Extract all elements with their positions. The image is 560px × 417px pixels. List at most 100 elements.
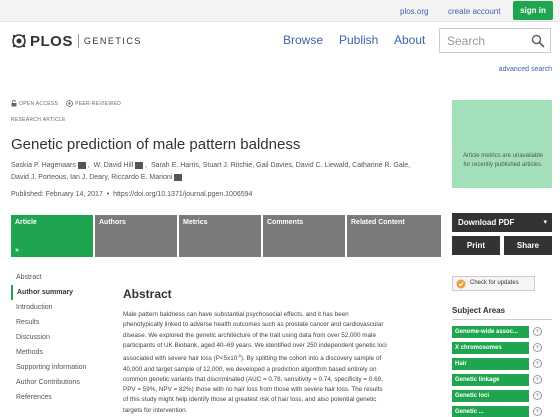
abstract-line: of this study might help identify those …	[123, 396, 377, 404]
section-nav-item[interactable]: References	[11, 390, 101, 405]
crossmark-icon	[456, 279, 466, 289]
print-button[interactable]: Print	[452, 236, 500, 255]
subject-area-item: Genetic linkage +	[452, 374, 552, 390]
subject-tag[interactable]: Hair	[452, 358, 529, 370]
divider	[452, 319, 552, 320]
expand-icon[interactable]: +	[533, 375, 542, 384]
section-nav-item[interactable]: Results	[11, 315, 101, 330]
abstract-line-end: ). By splitting the cohort into a discov…	[240, 355, 382, 363]
abstract-line: phenotypically linked to adverse health …	[123, 321, 384, 329]
section-nav: Abstract Author summary Introduction Res…	[11, 270, 101, 405]
section-nav-item[interactable]: Supporting information	[11, 360, 101, 375]
metrics-unavailable-text: Article metrics are unavailable for rece…	[462, 153, 544, 168]
open-access-label: OPEN ACCESS	[19, 100, 59, 107]
top-bar: plos.org create account sign in	[0, 0, 560, 22]
article-badges: OPEN ACCESS PEER-REVIEWED	[11, 100, 121, 107]
section-nav-item[interactable]: Introduction	[11, 300, 101, 315]
search-placeholder: Search	[447, 34, 486, 48]
advanced-search-link[interactable]: advanced search	[499, 66, 552, 73]
publication-info: Published: February 14, 2017 • https://d…	[11, 191, 253, 198]
abstract-line: targets for intervention.	[123, 406, 188, 414]
abstract-line: 40,000 and target sample of 12,000, we d…	[123, 365, 377, 373]
tab-label: Related Content	[351, 219, 405, 226]
logo-divider	[77, 34, 79, 48]
create-account-link[interactable]: create account	[448, 7, 500, 16]
chevron-down-icon: ▾	[543, 219, 547, 226]
subject-tag[interactable]: Genome-wide assoc...	[452, 326, 529, 338]
email-icon	[174, 173, 183, 181]
subject-area-item: Genetic loci +	[452, 390, 552, 406]
search-icon[interactable]	[531, 34, 545, 48]
subject-area-item: Genome-wide assoc... +	[452, 326, 552, 342]
subject-tag[interactable]: Genetic ...	[452, 406, 529, 417]
nav-browse[interactable]: Browse	[283, 33, 323, 47]
tab-metrics[interactable]: Metrics	[179, 215, 261, 257]
subject-tag[interactable]: Genetic linkage	[452, 374, 529, 386]
subject-area-item: X chromosomes +	[452, 342, 552, 358]
section-nav-item[interactable]: Discussion	[11, 330, 101, 345]
published-date: Published: February 14, 2017	[11, 191, 103, 198]
tab-label: Comments	[267, 219, 304, 226]
subject-tag[interactable]: Genetic loci	[452, 390, 529, 402]
doi-link[interactable]: https://doi.org/10.1371/journal.pgen.100…	[113, 191, 252, 198]
expand-icon[interactable]: +	[533, 359, 542, 368]
peer-reviewed-badge: PEER-REVIEWED	[66, 100, 121, 107]
tab-authors[interactable]: Authors	[95, 215, 177, 257]
download-pdf-label: Download PDF	[458, 218, 515, 227]
check-for-updates-label: Check for updates	[470, 280, 519, 286]
nav-publish[interactable]: Publish	[339, 33, 378, 47]
author-link[interactable]: David J. Porteous, Ian J. Deary, Riccard…	[11, 174, 172, 181]
peer-reviewed-label: PEER-REVIEWED	[75, 100, 122, 107]
logo-journal: GENETICS	[83, 36, 142, 46]
expand-icon[interactable]: +	[533, 407, 542, 416]
abstract-heading: Abstract	[123, 287, 172, 301]
section-nav-item[interactable]: Methods	[11, 345, 101, 360]
section-nav-item-active[interactable]: Author summary	[11, 285, 101, 300]
subject-area-item: Genetic ... +	[452, 406, 552, 417]
tab-label: Authors	[99, 219, 126, 226]
logo-brand: PLOS	[30, 32, 73, 50]
email-icon	[135, 161, 144, 169]
subject-area-item: Hair +	[452, 358, 552, 374]
author-link[interactable]: W. David Hill	[94, 162, 134, 169]
chevron-down-icon: »	[15, 247, 19, 254]
author-link[interactable]: Sarah E. Harris, Stuart J. Ritchie, Gail…	[151, 162, 410, 169]
email-icon	[77, 161, 86, 169]
sign-in-button[interactable]: sign in	[513, 1, 553, 20]
subject-areas-heading: Subject Areas	[452, 306, 506, 315]
tab-article[interactable]: Article »	[11, 215, 93, 257]
tab-related-content[interactable]: Related Content	[347, 215, 441, 257]
plos-genetics-logo[interactable]: PLOS GENETICS	[11, 32, 142, 50]
author-link[interactable]: Saskia P. Hagenaars	[11, 162, 76, 169]
tab-label: Article	[15, 219, 37, 226]
abstract-line: participants of UK Biobank, aged 40–69 y…	[123, 341, 387, 349]
plos-logo-icon	[12, 34, 26, 48]
expand-icon[interactable]: +	[533, 391, 542, 400]
abstract-line-with-sup: associated with severe hair loss (P<5x10…	[123, 351, 433, 364]
article-type: RESEARCH ARTICLE	[11, 117, 66, 123]
article-tabs: Article » Authors Metrics Comments Relat…	[11, 215, 441, 257]
abstract-line: Male pattern baldness can have substanti…	[123, 311, 349, 318]
author-list: Saskia P. Hagenaars , W. David Hill , Sa…	[11, 161, 411, 181]
abstract-text: Male pattern baldness can have substanti…	[123, 310, 433, 416]
subject-tag[interactable]: X chromosomes	[452, 342, 529, 354]
search-input[interactable]: Search	[439, 28, 551, 53]
plos-org-link[interactable]: plos.org	[400, 7, 428, 16]
abstract-line: PPV = 59%, NPV = 82%) those with no hair…	[123, 386, 383, 394]
metrics-panel: Article metrics are unavailable for rece…	[452, 100, 552, 188]
check-for-updates-button[interactable]: Check for updates	[452, 276, 535, 291]
subject-areas-list: Genome-wide assoc... + X chromosomes + H…	[452, 326, 552, 417]
download-pdf-button[interactable]: Download PDF ▾	[452, 213, 552, 232]
peer-reviewed-icon	[66, 100, 74, 107]
section-nav-item[interactable]: Abstract	[11, 270, 101, 285]
abstract-line: common genetic variants that discriminat…	[123, 375, 383, 383]
open-lock-icon	[11, 100, 17, 107]
expand-icon[interactable]: +	[533, 343, 542, 352]
nav-about[interactable]: About	[394, 33, 425, 47]
expand-icon[interactable]: +	[533, 327, 542, 336]
share-button[interactable]: Share	[504, 236, 552, 255]
abstract-line-start: associated with severe hair loss (P<5x10	[123, 355, 238, 363]
tab-comments[interactable]: Comments	[263, 215, 345, 257]
section-nav-item[interactable]: Author Contributions	[11, 375, 101, 390]
tab-label: Metrics	[183, 219, 208, 226]
